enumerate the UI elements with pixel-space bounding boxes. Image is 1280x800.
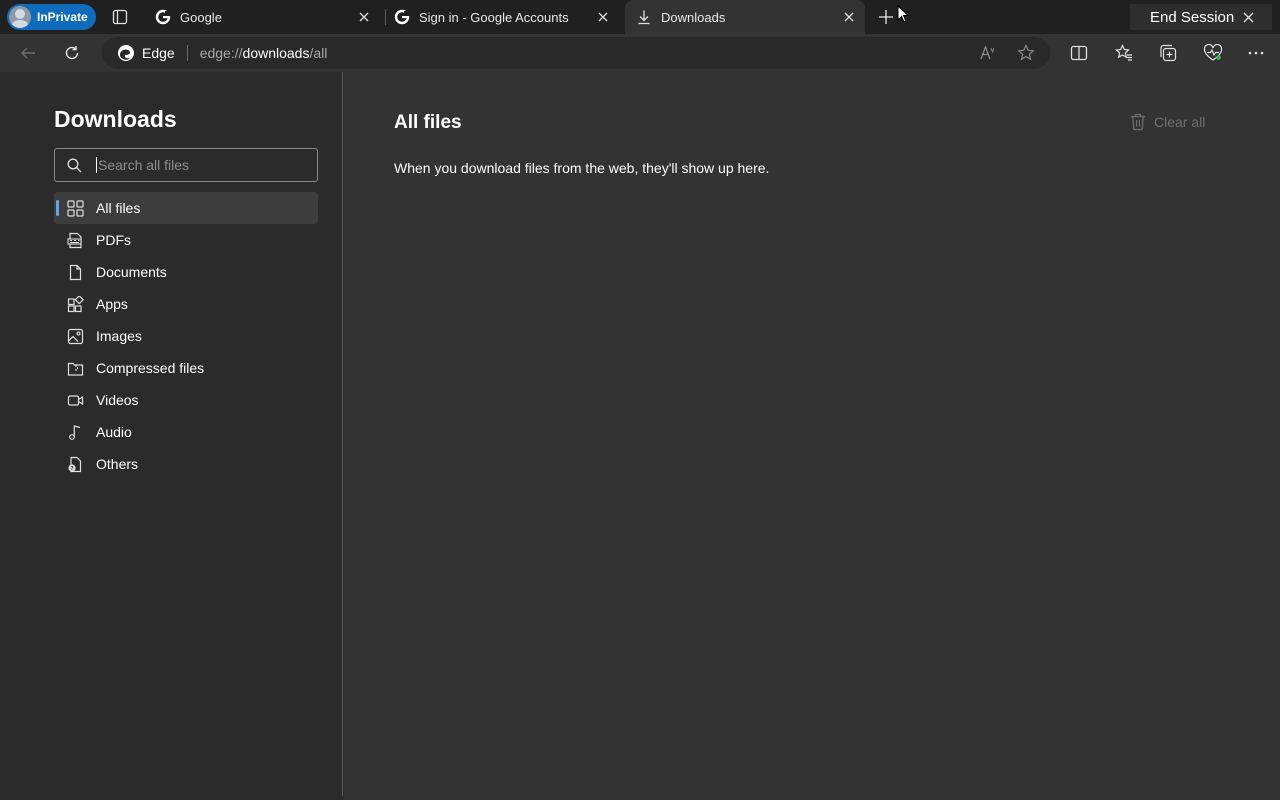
collections-icon bbox=[1160, 44, 1177, 62]
apps-icon bbox=[66, 295, 84, 313]
tab-downloads[interactable]: Downloads bbox=[625, 0, 865, 34]
nav-item-audio[interactable]: Audio bbox=[54, 416, 318, 448]
tab-sign-in-google[interactable]: Sign in - Google Accounts bbox=[383, 0, 619, 34]
close-icon[interactable] bbox=[593, 7, 613, 27]
nav-item-label: Documents bbox=[96, 264, 167, 280]
address-bar[interactable]: Edge edge://downloads/all bbox=[102, 37, 1050, 69]
add-favorite-button[interactable] bbox=[1014, 41, 1038, 65]
nav-item-label: Apps bbox=[96, 296, 128, 312]
nav-item-label: Audio bbox=[96, 424, 132, 440]
new-tab-button[interactable] bbox=[874, 5, 898, 29]
search-input[interactable] bbox=[96, 157, 296, 173]
downloads-page: Downloads All files bbox=[0, 72, 1280, 800]
empty-state-message: When you download files from the web, th… bbox=[394, 160, 770, 176]
download-icon bbox=[635, 8, 653, 26]
browser-toolbar: Edge edge://downloads/all bbox=[0, 34, 1280, 72]
tab-strip: InPrivate Google Sign in - Google Accoun… bbox=[0, 0, 1280, 34]
url-prefix: edge:// bbox=[199, 45, 243, 61]
url-text: edge://downloads/all bbox=[200, 45, 328, 61]
nav-item-label: Others bbox=[96, 456, 139, 472]
inprivate-profile-button[interactable]: InPrivate bbox=[7, 4, 96, 30]
read-aloud-icon bbox=[980, 45, 995, 60]
clear-all-label: Clear all bbox=[1154, 114, 1206, 130]
nav-item-label: PDFs bbox=[96, 232, 131, 248]
tab-title: Downloads bbox=[661, 9, 726, 25]
inprivate-label: InPrivate bbox=[37, 10, 88, 24]
refresh-button[interactable] bbox=[58, 39, 86, 67]
google-g-icon bbox=[154, 8, 172, 26]
nav-item-label: All files bbox=[96, 200, 141, 216]
nav-item-label: Compressed files bbox=[96, 360, 205, 376]
tab-google[interactable]: Google bbox=[144, 0, 380, 34]
favorites-button[interactable] bbox=[1110, 39, 1138, 67]
tab-title: Google bbox=[180, 9, 222, 25]
back-button[interactable] bbox=[14, 39, 42, 67]
nav-item-all-files[interactable]: All files bbox=[54, 192, 318, 224]
nav-item-documents[interactable]: Documents bbox=[54, 256, 318, 288]
split-screen-icon bbox=[1070, 45, 1088, 61]
search-icon bbox=[67, 158, 82, 172]
favorites-icon bbox=[1115, 44, 1132, 61]
google-g-icon bbox=[393, 8, 411, 26]
section-title: All files bbox=[394, 112, 462, 133]
mouse-cursor-icon bbox=[897, 5, 909, 23]
url-path: /all bbox=[309, 45, 328, 61]
nav-item-apps[interactable]: Apps bbox=[54, 288, 318, 320]
nav-item-videos[interactable]: Videos bbox=[54, 384, 318, 416]
nav-item-label: Images bbox=[96, 328, 142, 344]
nav-item-compressed-files[interactable]: Compressed files bbox=[54, 352, 318, 384]
page-title: Downloads bbox=[54, 106, 177, 132]
downloads-sidebar: Downloads All files bbox=[0, 72, 343, 796]
tab-actions-icon bbox=[112, 9, 128, 25]
browser-essentials-button[interactable] bbox=[1199, 39, 1227, 67]
nav-item-others[interactable]: ? Others bbox=[54, 448, 318, 480]
document-icon bbox=[66, 263, 84, 281]
tab-actions-button[interactable] bbox=[108, 5, 132, 29]
nav-item-images[interactable]: Images bbox=[54, 320, 318, 352]
nav-item-pdfs[interactable]: PDFs bbox=[54, 224, 318, 256]
star-icon bbox=[1017, 44, 1035, 61]
arrow-left-icon bbox=[21, 47, 35, 59]
pdf-icon bbox=[66, 231, 84, 249]
heart-pulse-icon bbox=[1203, 44, 1223, 61]
image-icon bbox=[66, 327, 84, 345]
more-dots-icon bbox=[1248, 51, 1264, 55]
zip-icon bbox=[66, 359, 84, 377]
trash-icon bbox=[1131, 113, 1145, 131]
edge-logo-icon bbox=[118, 45, 134, 61]
file-question-icon: ? bbox=[66, 455, 84, 473]
plus-icon bbox=[879, 10, 893, 24]
nav-item-label: Videos bbox=[96, 392, 139, 408]
clear-all-button[interactable]: Clear all bbox=[1130, 113, 1205, 131]
music-note-icon bbox=[66, 423, 84, 441]
grid-icon bbox=[66, 199, 84, 217]
tab-title: Sign in - Google Accounts bbox=[419, 9, 569, 25]
read-aloud-button[interactable] bbox=[976, 41, 1000, 65]
category-nav: All files PDFs Documents Apps Images Com… bbox=[54, 192, 318, 480]
settings-menu-button[interactable] bbox=[1242, 39, 1270, 67]
collections-button[interactable] bbox=[1154, 39, 1182, 67]
downloads-main-panel: All files When you download files from t… bbox=[344, 72, 1280, 800]
search-box[interactable] bbox=[54, 148, 318, 182]
video-icon bbox=[66, 391, 84, 409]
close-icon bbox=[1238, 7, 1258, 27]
refresh-icon bbox=[65, 46, 79, 60]
address-divider bbox=[186, 45, 188, 61]
svg-text:?: ? bbox=[70, 466, 73, 472]
split-screen-button[interactable] bbox=[1065, 39, 1093, 67]
avatar bbox=[9, 6, 31, 28]
close-icon[interactable] bbox=[839, 7, 859, 27]
url-host: downloads bbox=[242, 45, 310, 61]
end-session-button[interactable]: End Session bbox=[1130, 4, 1272, 30]
end-session-label: End Session bbox=[1150, 8, 1235, 26]
close-icon[interactable] bbox=[354, 7, 374, 27]
site-identity-label: Edge bbox=[142, 45, 175, 61]
